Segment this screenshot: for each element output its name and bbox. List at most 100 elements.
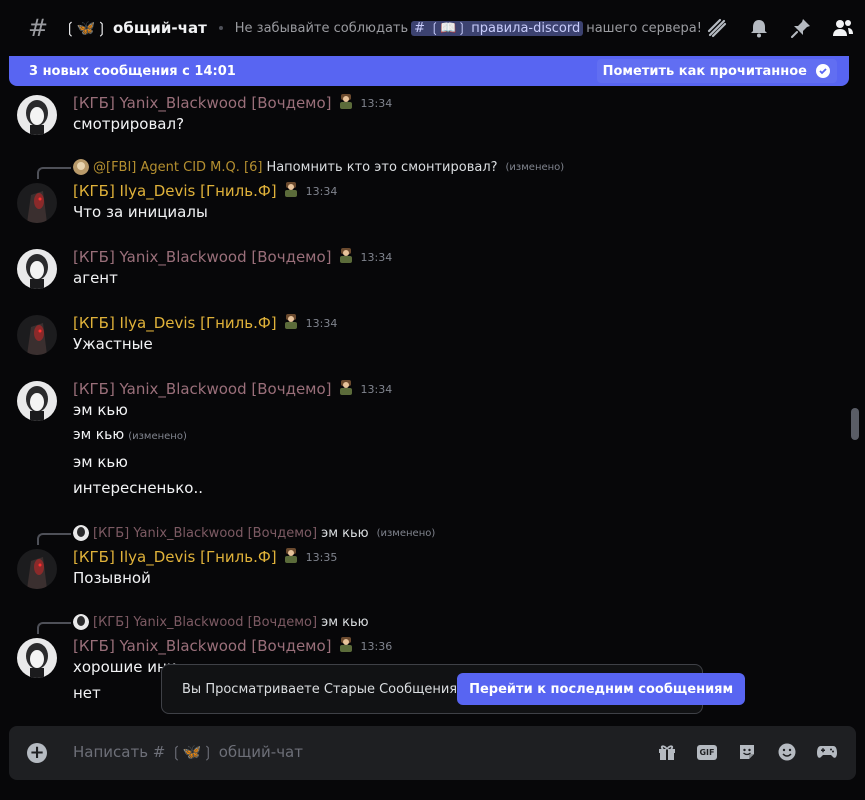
- role-badge-icon: [282, 312, 300, 334]
- threads-icon[interactable]: [705, 16, 729, 40]
- reply-text: Напомнить кто это смонтировал?: [266, 159, 498, 175]
- reply-text: эм кью: [321, 614, 369, 630]
- message-text: Позывной: [73, 569, 151, 587]
- bell-icon[interactable]: [747, 16, 771, 40]
- author-name[interactable]: [КГБ] Yanix_Blackwood [Вочдемо]: [73, 94, 332, 112]
- timestamp: 13:34: [305, 316, 338, 330]
- message-line: Что за инициалы: [73, 203, 208, 221]
- author-line: [КГБ] Yanix_Blackwood [Вочдемо] 13:34: [73, 378, 392, 400]
- avatar[interactable]: [17, 183, 57, 223]
- reply-author[interactable]: @[FBI] Agent CID M.Q. [6]: [93, 160, 262, 175]
- message-group: [КГБ] Yanix_Blackwood [Вочдемо] 13:34 аг…: [0, 240, 840, 300]
- author-name[interactable]: [КГБ] Ilya_Devis [Гниль.Ф]: [73, 182, 277, 200]
- mark-as-read-button[interactable]: Пометить как прочитанное: [596, 59, 837, 83]
- reply-spine: [37, 533, 71, 545]
- upload-plus-icon[interactable]: +: [27, 743, 47, 763]
- reply-avatar: [73, 159, 89, 175]
- message-line: эм кью: [73, 427, 125, 443]
- edited-label: (изменено): [128, 431, 187, 442]
- jump-to-present-button[interactable]: Перейти к последним сообщениям: [457, 673, 746, 705]
- author-line: [КГБ] Ilya_Devis [Гниль.Ф] 13:35: [73, 546, 337, 568]
- games-icon[interactable]: [816, 741, 838, 763]
- channel-topic: Не забывайте соблюдать # ❲📖❳ правила-dis…: [234, 20, 702, 36]
- reply-author[interactable]: [КГБ] Yanix_Blackwood [Вочдемо]: [93, 615, 317, 630]
- old-messages-toast: Вы Просматриваете Старые Сообщения Перей…: [161, 664, 746, 714]
- message-line: Ужастные: [73, 335, 153, 353]
- timestamp: 13:34: [360, 250, 393, 264]
- message-line: эм кью: [73, 453, 128, 471]
- message-text: Ужастные: [73, 335, 153, 353]
- message-line: Позывной: [73, 569, 151, 587]
- gif-label: GIF: [697, 744, 717, 760]
- message-line: смотрировал?: [73, 115, 185, 133]
- message-input[interactable]: Написать # ❲🦋❳ общий-чат: [73, 743, 303, 761]
- reply-text: эм кью: [321, 525, 369, 541]
- avatar[interactable]: [17, 315, 57, 355]
- role-badge-icon: [282, 546, 300, 568]
- role-badge-icon: [282, 180, 300, 202]
- new-messages-bar[interactable]: 3 новых сообщения с 14:01 Пометить как п…: [9, 56, 849, 86]
- message-text: эм кью: [73, 453, 128, 471]
- members-icon[interactable]: [831, 16, 855, 40]
- avatar[interactable]: [17, 549, 57, 589]
- author-line: [КГБ] Yanix_Blackwood [Вочдемо] 13:34: [73, 246, 392, 268]
- author-name[interactable]: [КГБ] Yanix_Blackwood [Вочдемо]: [73, 637, 332, 655]
- message-line: интересненько..: [73, 479, 203, 497]
- channel-mention-link[interactable]: # ❲📖❳ правила-discord: [411, 20, 584, 36]
- timestamp: 13:36: [360, 639, 393, 653]
- message-group: [КГБ] Ilya_Devis [Гниль.Ф] 13:34 Ужастны…: [0, 306, 840, 366]
- role-badge-icon: [337, 246, 355, 268]
- avatar[interactable]: [17, 95, 57, 135]
- message-group: [КГБ] Yanix_Blackwood [Вочдемо] 13:34 эм…: [0, 372, 840, 502]
- topic-suffix: нашего сервера!: [586, 20, 702, 36]
- timestamp: 13:35: [305, 550, 338, 564]
- reply-avatar: [73, 614, 89, 630]
- header-divider: [218, 26, 223, 30]
- edited-label: (изменено): [505, 161, 565, 173]
- message-line: агент: [73, 269, 118, 287]
- role-badge-icon: [337, 635, 355, 657]
- timestamp: 13:34: [360, 96, 393, 110]
- role-badge-icon: [337, 378, 355, 400]
- timestamp: 13:34: [360, 382, 393, 396]
- avatar[interactable]: [17, 638, 57, 678]
- reply-author[interactable]: [КГБ] Yanix_Blackwood [Вочдемо]: [93, 526, 317, 541]
- pin-icon[interactable]: [789, 16, 813, 40]
- new-messages-text: 3 новых сообщения с 14:01: [29, 63, 236, 79]
- avatar[interactable]: [17, 249, 57, 289]
- author-line: [КГБ] Yanix_Blackwood [Вочдемо] 13:36: [73, 635, 392, 657]
- author-line: [КГБ] Ilya_Devis [Гниль.Ф] 13:34: [73, 312, 337, 334]
- author-name[interactable]: [КГБ] Ilya_Devis [Гниль.Ф]: [73, 548, 277, 566]
- gift-icon[interactable]: [656, 741, 678, 763]
- timestamp: 13:34: [305, 184, 338, 198]
- message-text: интересненько..: [73, 479, 203, 497]
- message-text: Что за инициалы: [73, 203, 208, 221]
- author-line: [КГБ] Ilya_Devis [Гниль.Ф] 13:34: [73, 180, 337, 202]
- mark-as-read-label: Пометить как прочитанное: [602, 63, 807, 79]
- mark-read-icon: [816, 64, 830, 78]
- scrollbar-thumb[interactable]: [851, 408, 859, 440]
- old-messages-text: Вы Просматриваете Старые Сообщения: [182, 681, 458, 697]
- author-name[interactable]: [КГБ] Yanix_Blackwood [Вочдемо]: [73, 380, 332, 398]
- author-line: [КГБ] Yanix_Blackwood [Вочдемо] 13:34: [73, 92, 392, 114]
- message-line: нет: [73, 684, 101, 702]
- gif-icon[interactable]: GIF: [696, 741, 718, 763]
- message-composer: + Написать # ❲🦋❳ общий-чат GIF: [9, 726, 856, 780]
- topic-prefix: Не забывайте соблюдать: [234, 20, 409, 36]
- channel-header: # ❲🦋❳ общий-чат Не забывайте соблюдать #…: [0, 0, 865, 56]
- emoji-icon[interactable]: [776, 741, 798, 763]
- message-group: [КГБ] Yanix_Blackwood [Вочдемо] эм кью (…: [0, 522, 840, 592]
- avatar[interactable]: [17, 381, 57, 421]
- edited-label: (изменено): [376, 527, 436, 539]
- channel-name: ❲🦋❳ общий-чат: [64, 19, 207, 37]
- author-name[interactable]: [КГБ] Ilya_Devis [Гниль.Ф]: [73, 314, 277, 332]
- reply-avatar: [73, 525, 89, 541]
- reply-spine: [37, 622, 71, 634]
- sticker-icon[interactable]: [736, 741, 758, 763]
- message-group: @[FBI] Agent CID M.Q. [6] Напомнить кто …: [0, 154, 840, 224]
- message-text: смотрировал?: [73, 115, 184, 133]
- message-text: агент: [73, 269, 118, 287]
- message-line: эм кью: [73, 401, 128, 419]
- author-name[interactable]: [КГБ] Yanix_Blackwood [Вочдемо]: [73, 248, 332, 266]
- message-text: эм кью (изменено): [73, 427, 187, 443]
